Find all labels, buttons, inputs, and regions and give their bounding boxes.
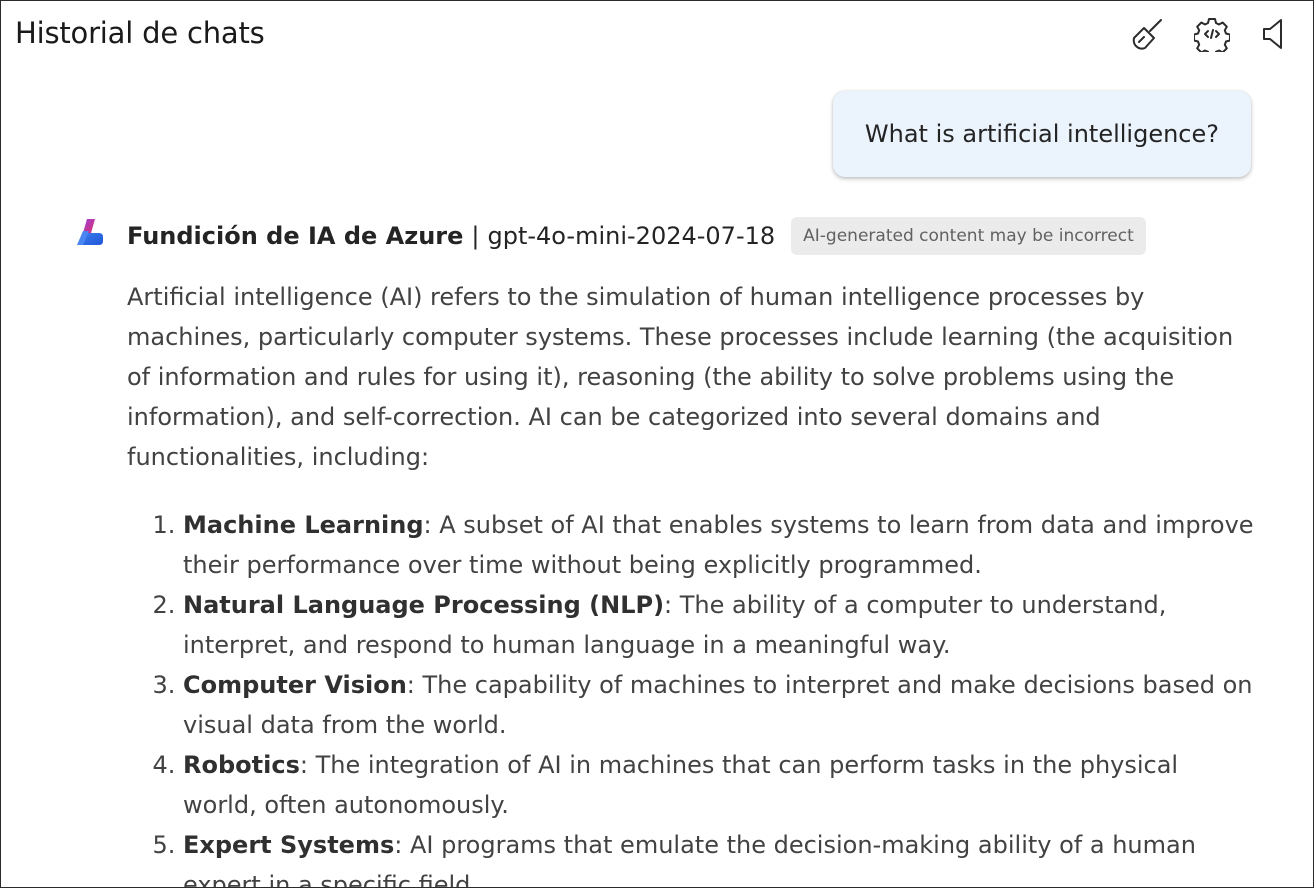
list-item: Robotics: The integration of AI in machi…	[183, 745, 1257, 825]
user-message-bubble: What is artificial intelligence?	[832, 91, 1251, 177]
answer-list: Machine Learning: A subset of AI that en…	[127, 505, 1257, 887]
list-item: Computer Vision: The capability of machi…	[183, 665, 1257, 745]
list-item: Machine Learning: A subset of AI that en…	[183, 505, 1257, 585]
assistant-message-body: Artificial intelligence (AI) refers to t…	[127, 277, 1257, 887]
speaker-button[interactable]	[1257, 15, 1295, 53]
header-separator: |	[471, 222, 480, 250]
assistant-message-header: Fundición de IA de Azure | gpt-4o-mini-2…	[75, 213, 1146, 259]
azure-ai-foundry-logo-icon	[77, 219, 103, 245]
list-item-desc: : The integration of AI in machines that…	[183, 751, 1179, 819]
list-item: Natural Language Processing (NLP): The a…	[183, 585, 1257, 665]
clear-chat-button[interactable]	[1129, 15, 1167, 53]
list-item: Expert Systems: AI programs that emulate…	[183, 825, 1257, 887]
user-message-text: What is artificial intelligence?	[864, 120, 1219, 148]
header-toolbar	[1129, 15, 1295, 53]
settings-button[interactable]	[1193, 15, 1231, 53]
model-name: gpt-4o-mini-2024-07-18	[487, 222, 776, 250]
list-item-term: Natural Language Processing (NLP)	[183, 591, 665, 619]
list-item-term: Expert Systems	[183, 831, 395, 859]
chat-window: Historial de chats What is artificial in…	[0, 0, 1314, 888]
list-item-term: Robotics	[183, 751, 300, 779]
answer-intro: Artificial intelligence (AI) refers to t…	[127, 283, 1234, 471]
broom-icon	[1132, 19, 1162, 50]
ai-disclaimer-badge: AI-generated content may be incorrect	[791, 217, 1146, 255]
chat-header: Historial de chats	[1, 1, 1313, 67]
speaker-icon	[1263, 19, 1282, 49]
list-item-term: Machine Learning	[183, 511, 424, 539]
settings-icon	[1194, 18, 1230, 52]
list-item-term: Computer Vision	[183, 671, 407, 699]
assistant-source-name: Fundición de IA de Azure	[127, 222, 464, 250]
page-title: Historial de chats	[15, 16, 265, 50]
